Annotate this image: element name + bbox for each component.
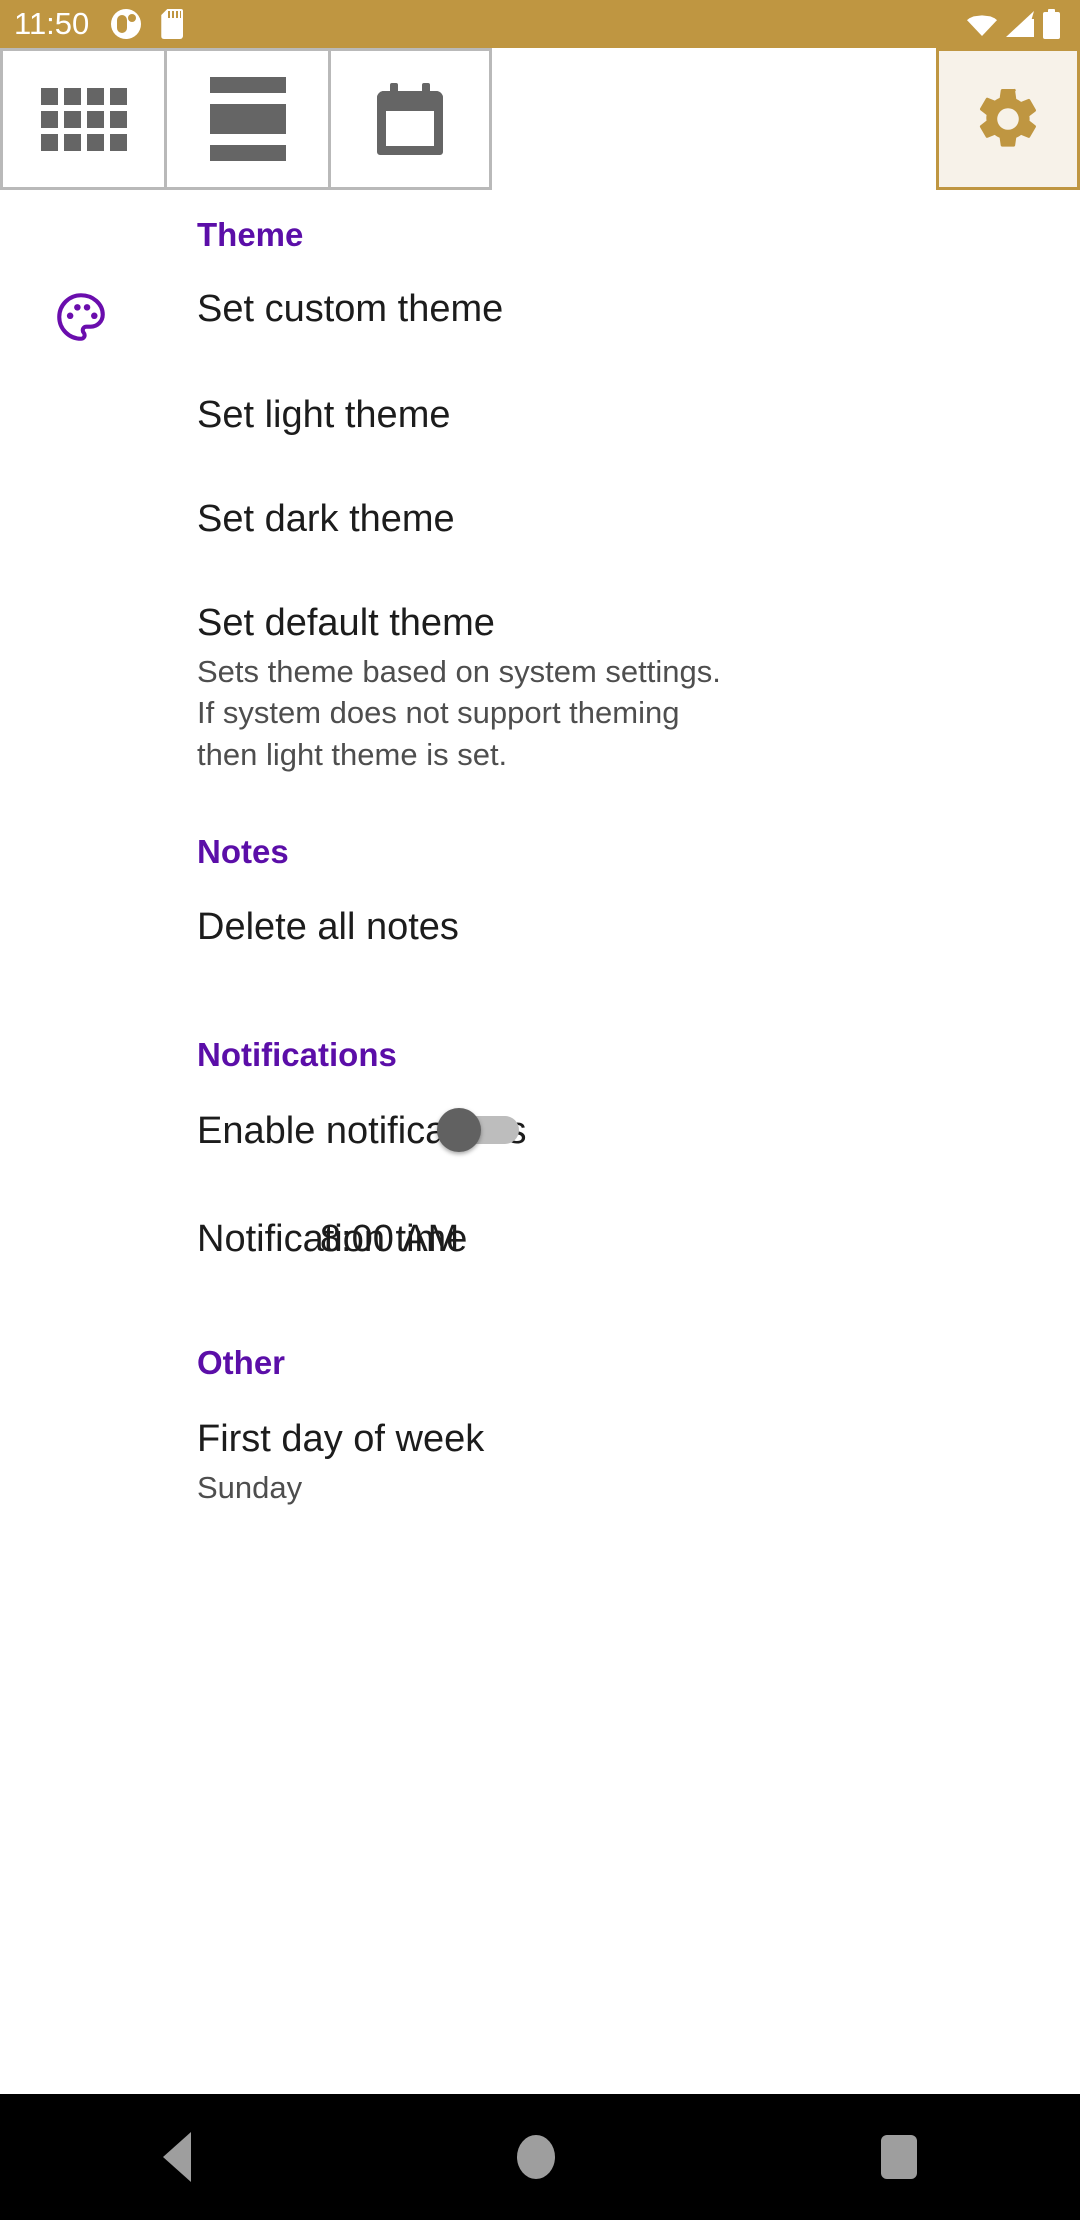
app-screen: 11:50 Theme Set custom theme Set light t…: [0, 0, 1080, 2220]
setting-title: Delete all notes: [197, 906, 459, 948]
sd-card-icon: [161, 9, 184, 39]
wifi-icon: [967, 12, 997, 36]
section-header-notes: Notes: [197, 833, 289, 870]
setting-subtitle: Sunday: [197, 1469, 303, 1505]
setting-row-set-light-theme[interactable]: Set light theme: [0, 394, 490, 437]
status-left-icons: [111, 9, 184, 39]
setting-title: First day of week: [197, 1418, 485, 1460]
setting-row-enable-notifications[interactable]: Enable notifications: [0, 1108, 567, 1153]
status-right-icons: [967, 9, 1066, 39]
setting-row-set-custom-theme[interactable]: Set custom theme: [0, 288, 543, 341]
settings-content[interactable]: Theme Set custom theme Set light theme S…: [0, 190, 1080, 2095]
notification-time-value: 8:00 AM: [319, 1218, 460, 1260]
list-icon: [209, 77, 286, 161]
gear-icon: [979, 88, 1037, 147]
tab-calendar-view[interactable]: [328, 48, 492, 190]
back-button[interactable]: [163, 2132, 191, 2182]
home-button[interactable]: [517, 2135, 555, 2179]
app-circle-icon: [111, 9, 142, 39]
setting-title: Set custom theme: [197, 288, 504, 330]
setting-subtitle: Sets theme based on system settings. If …: [197, 653, 721, 773]
setting-row-set-default-theme[interactable]: Set default theme Sets theme based on sy…: [0, 602, 1080, 776]
tab-settings[interactable]: [936, 48, 1080, 190]
battery-icon: [1043, 9, 1060, 39]
setting-title: Set light theme: [197, 394, 451, 436]
tab-bar: [0, 48, 1080, 190]
section-header-theme: Theme: [197, 216, 304, 253]
enable-notifications-toggle[interactable]: [436, 1106, 519, 1152]
section-header-notifications: Notifications: [197, 1036, 397, 1073]
setting-title: Set dark theme: [197, 498, 455, 540]
tab-list-view[interactable]: [164, 48, 328, 190]
status-bar: 11:50: [0, 0, 1080, 48]
view-tabs: [0, 48, 492, 190]
setting-title: Set default theme: [197, 602, 495, 644]
grid-icon: [40, 87, 127, 151]
recents-button[interactable]: [881, 2135, 917, 2179]
section-header-other: Other: [197, 1344, 286, 1381]
status-clock: 11:50: [14, 6, 90, 41]
android-navigation-bar: [0, 2094, 1080, 2220]
setting-row-notification-time[interactable]: Notification time 8:00 AM: [0, 1218, 507, 1261]
setting-row-set-dark-theme[interactable]: Set dark theme: [0, 498, 495, 541]
setting-row-delete-all-notes[interactable]: Delete all notes: [0, 906, 499, 949]
palette-icon: [52, 288, 110, 346]
tab-grid-view[interactable]: [0, 48, 164, 190]
setting-row-first-day-of-week[interactable]: First day of week Sunday: [0, 1418, 524, 1508]
calendar-icon: [377, 83, 443, 155]
cellular-signal-icon: [1006, 11, 1034, 37]
